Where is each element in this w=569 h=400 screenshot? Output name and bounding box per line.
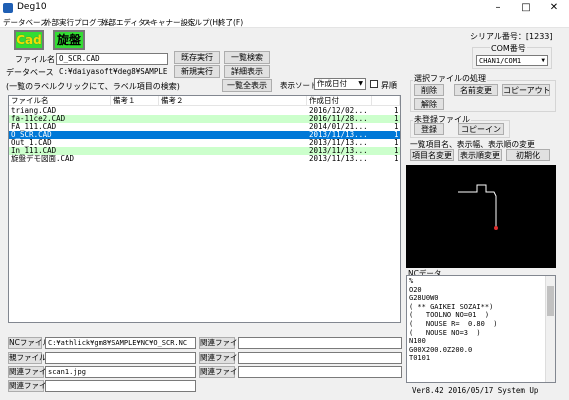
preview-drawing [458, 184, 498, 230]
table-row[interactable]: 旋盤デモ図面.CAD 2013/11/13... 1 [9, 155, 400, 163]
lathe-button[interactable]: 旋盤 [53, 30, 85, 50]
sort-select[interactable]: 作成日付 ▼ [314, 78, 366, 90]
related-file1-input[interactable]: scan1.jpg [45, 366, 196, 378]
title-bar: Deg10 – □ ✕ [0, 0, 569, 16]
database-label: データベース [6, 68, 54, 77]
version-status: Ver8.42 2016/05/17 System Up [412, 386, 539, 395]
menu-help[interactable]: ヘルプ(H) [187, 17, 221, 28]
chevron-down-icon: ▼ [358, 80, 363, 87]
nc-line: ( ** GAIKEI SOZAI**) [409, 302, 494, 311]
parent-file-name-button[interactable]: 親ファイル名 [8, 352, 54, 364]
nc-line: O20 [409, 285, 422, 294]
chevron-down-icon: ▼ [541, 57, 545, 64]
file-list[interactable]: ファイル名 備考１ 備考２ 作成日付 triang.CAD 2016/12/02.… [8, 95, 401, 323]
nc-line: G28U0W0 [409, 294, 439, 303]
cad-button[interactable]: Cad [14, 30, 44, 50]
minimize-icon[interactable]: – [484, 0, 512, 16]
copy-in-button[interactable]: コピーイン [458, 123, 504, 135]
nc-file-name-button[interactable]: NCファイル名 [8, 337, 57, 349]
database-path: C:¥daiyasoft¥deg8¥SAMPLE [56, 66, 168, 78]
related-file4-button[interactable]: 関連ファイル4 [199, 352, 250, 364]
menu-exit[interactable]: 終了(F) [218, 17, 243, 28]
nc-line: T0101 [409, 354, 431, 363]
related-file3-button[interactable]: 関連ファイル3 [199, 337, 250, 349]
list-all-button[interactable]: 一覧全表示 [222, 79, 272, 92]
nc-line: N100 [409, 337, 426, 346]
item-name-button[interactable]: 項目名変更 [410, 149, 454, 161]
delete-button[interactable]: 削除 [414, 84, 444, 96]
nc-line: ( TOOLNO NO=01 ) [409, 311, 490, 320]
menu-database[interactable]: データベース [3, 17, 48, 28]
related-file1-button[interactable]: 関連ファイル1 [8, 366, 59, 378]
desc-label: 昇順 [381, 81, 397, 90]
related-file3-input[interactable] [238, 337, 402, 349]
parent-file-name-input[interactable] [45, 352, 196, 364]
new-run-button[interactable]: 新規実行 [174, 65, 220, 78]
close-icon[interactable]: ✕ [540, 0, 568, 16]
existing-run-button[interactable]: 既存実行 [174, 51, 220, 64]
list-hint: (一覧のラベルクリックにて、ラベル項目の検索) [6, 82, 180, 91]
col-header-note2[interactable]: 備考２ [159, 96, 307, 106]
related-file2-input[interactable] [45, 380, 196, 392]
copy-out-button[interactable]: コピーアウト [502, 84, 550, 96]
menu-bar: データベース 外部実行プログラム 外部エディター スキャナー設定 ヘルプ(H) … [0, 16, 569, 28]
list-search-button[interactable]: 一覧検索 [224, 51, 270, 64]
cad-preview[interactable] [406, 165, 556, 268]
col-header-filename[interactable]: ファイル名 [9, 96, 111, 106]
nc-line: ( NOUSE NO=3 ) [409, 328, 481, 337]
serial-number: シリアル番号：[1233] [470, 32, 553, 41]
nc-scrollbar[interactable] [545, 276, 555, 382]
register-button[interactable]: 登録 [414, 123, 444, 135]
date-cell: 2013/11/13... [309, 154, 368, 163]
sort-value: 作成日付 [317, 79, 347, 88]
nc-line: % [409, 277, 414, 285]
col-header-date[interactable]: 作成日付 [307, 96, 372, 106]
nc-line: G00X200.0Z200.0 [409, 345, 473, 354]
nc-data-box[interactable]: % O20 G28U0W0( ** GAIKEI SOZAI**)( TOOLNO … [406, 275, 556, 383]
com-value: CHAN1/COM1 [479, 57, 522, 65]
nc-file-name-input[interactable]: C:¥athlick¥gm8¥SAMPLE¥NC¥O_SCR.NC [45, 337, 196, 349]
related-file2-button[interactable]: 関連ファイル2 [8, 380, 59, 392]
related-file5-input[interactable] [238, 366, 402, 378]
sort-label: 表示ソート [280, 81, 318, 90]
related-file5-button[interactable]: 関連ファイル5 [199, 366, 250, 378]
maximize-icon[interactable]: □ [512, 0, 540, 16]
file-name-input[interactable]: O_SCR.CAD [56, 53, 168, 65]
unlock-button[interactable]: 解除 [414, 98, 444, 110]
related-file4-input[interactable] [238, 352, 402, 364]
file-name-cell: 旋盤デモ図面.CAD [11, 154, 75, 163]
com-label: COM番号 [490, 43, 527, 54]
desc-checkbox[interactable] [370, 80, 378, 88]
nc-line: ( NOUSE R= 0.80 ) [409, 320, 498, 328]
file-name-label: ファイル名 [15, 55, 55, 64]
initialize-button[interactable]: 初期化 [506, 149, 550, 161]
rename-button[interactable]: 名前変更 [454, 84, 498, 96]
window-title: Deg10 [17, 2, 47, 12]
app-icon [3, 3, 13, 13]
nc-scroll-thumb[interactable] [547, 286, 554, 316]
selected-ops-title: 選択ファイルの処理 [413, 73, 487, 84]
extra-cell: 1 [394, 154, 399, 163]
display-order-button[interactable]: 表示順変更 [458, 149, 502, 161]
detail-view-button[interactable]: 詳細表示 [224, 65, 270, 78]
col-header-extra [372, 96, 400, 106]
col-header-note1[interactable]: 備考１ [111, 96, 159, 106]
com-select[interactable]: CHAN1/COM1 ▼ [476, 55, 548, 66]
